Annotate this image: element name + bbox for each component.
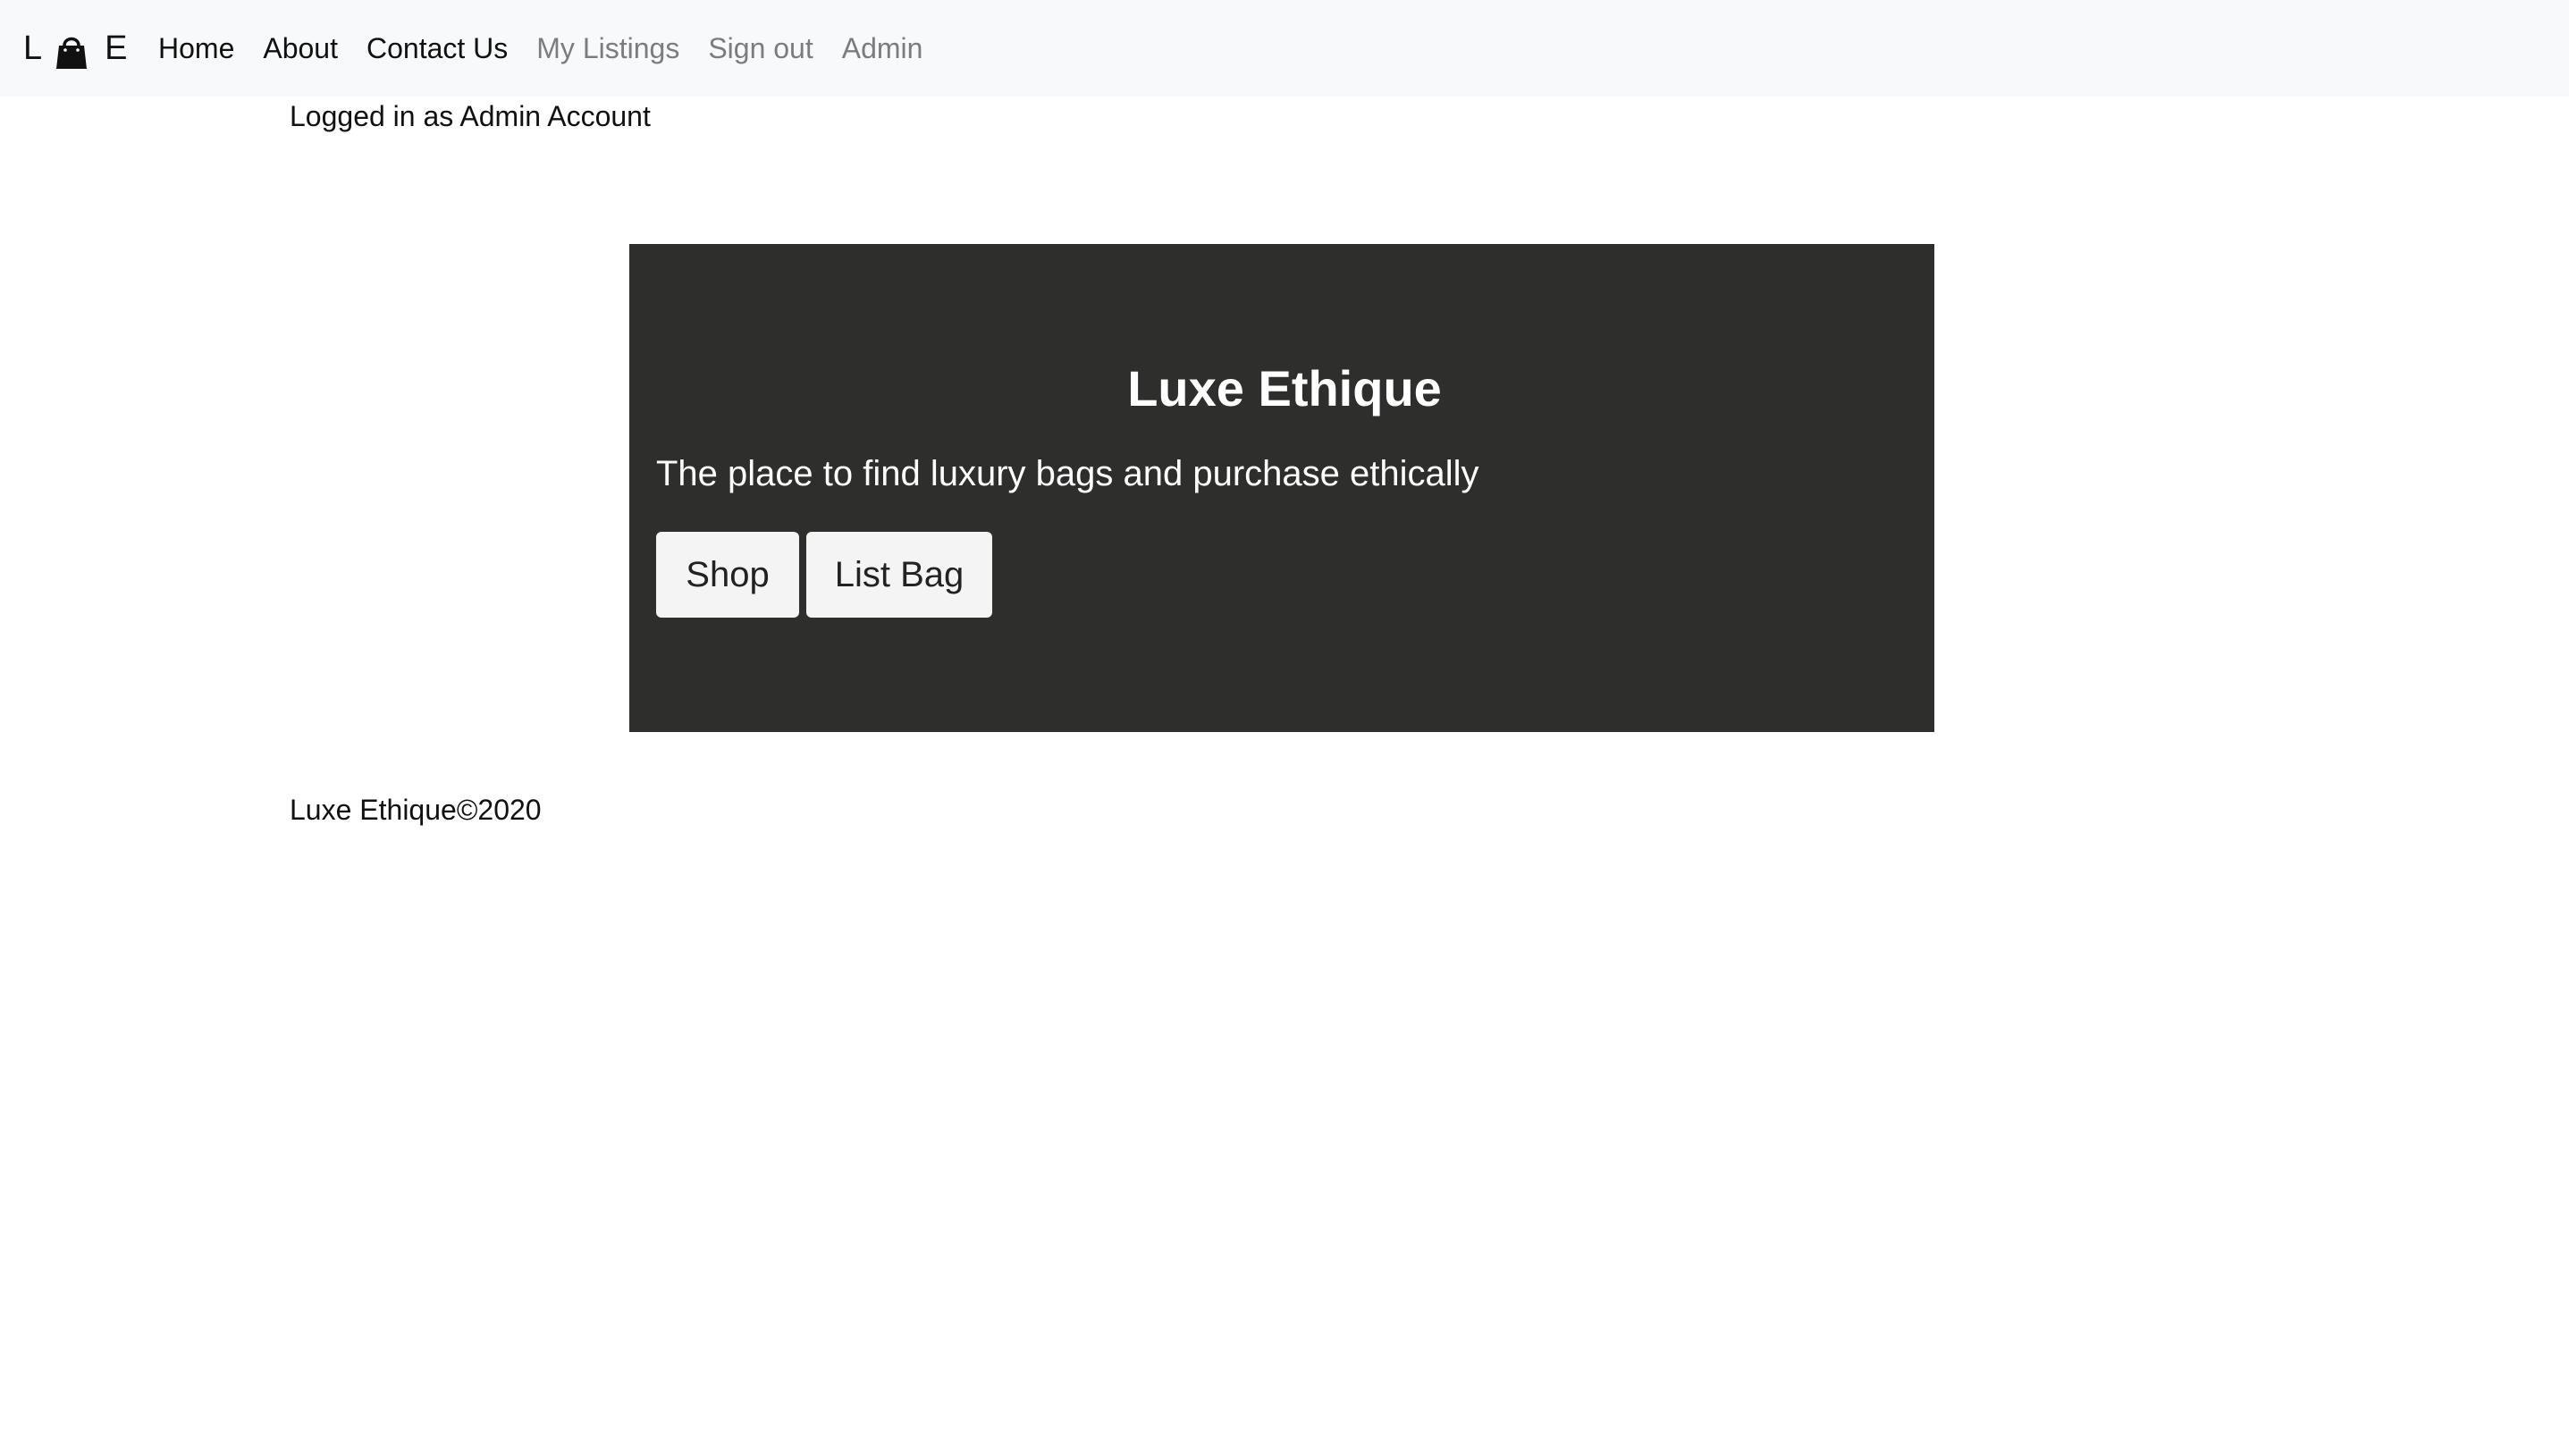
brand-letter-right: E (105, 29, 128, 67)
logged-in-status: Logged in as Admin Account (290, 100, 651, 132)
nav-link-sign-out[interactable]: Sign out (708, 32, 813, 65)
list-bag-button[interactable]: List Bag (806, 532, 992, 618)
nav-link-home[interactable]: Home (158, 32, 234, 65)
nav-link-about[interactable]: About (263, 32, 338, 65)
footer-copyright: Luxe Ethique©2020 (290, 794, 542, 826)
navbar: L E Home About Contact Us My Listings Si… (0, 0, 2569, 97)
brand-letter-left: L (23, 29, 43, 67)
hero-title: Luxe Ethique (1127, 360, 1442, 417)
nav-link-admin[interactable]: Admin (842, 32, 923, 65)
hero-subtitle: The place to find luxury bags and purcha… (656, 454, 1479, 493)
shop-button[interactable]: Shop (656, 532, 799, 618)
handbag-icon (55, 33, 88, 71)
brand-logo[interactable]: L E (23, 25, 128, 72)
nav-link-contact-us[interactable]: Contact Us (366, 32, 508, 65)
nav-link-my-listings[interactable]: My Listings (536, 32, 679, 65)
nav-links: Home About Contact Us My Listings Sign o… (158, 25, 951, 72)
